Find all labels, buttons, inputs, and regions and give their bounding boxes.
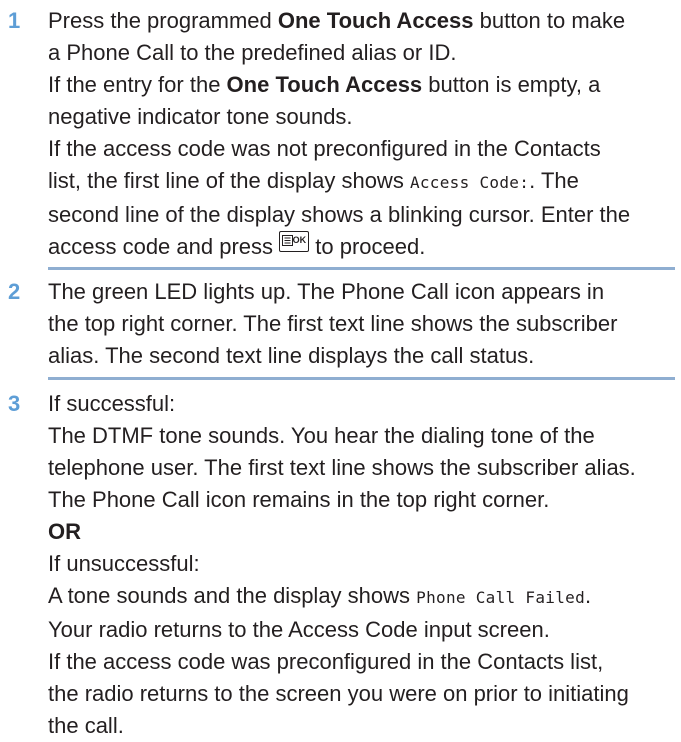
step-text-line: the call.: [48, 713, 124, 738]
step-1: 1 Press the programmed One Touch Access …: [0, 5, 681, 263]
button-name: One Touch Access: [277, 8, 474, 33]
step-text-line: second line of the display shows a blink…: [48, 202, 631, 227]
display-text: Access Code:: [409, 173, 530, 192]
step-2: 2 The green LED lights up. The Phone Cal…: [0, 276, 681, 372]
step-text-line: the radio returns to the screen you were…: [48, 681, 629, 706]
or-label: OR: [48, 519, 81, 544]
step-3: 3 If successful: The DTMF tone sounds. Y…: [0, 388, 681, 742]
divider: [48, 267, 675, 270]
step-text-line: access code and press OK to proceed.: [48, 231, 661, 263]
step-text-line: If the entry for the One Touch Access bu…: [48, 72, 601, 97]
step-text-line: telephone user. The first text line show…: [48, 455, 636, 480]
step-text-line: the top right corner. The first text lin…: [48, 311, 618, 336]
step-text-line: The green LED lights up. The Phone Call …: [48, 279, 605, 304]
step-number: 3: [8, 391, 21, 416]
step-text-line: list, the first line of the display show…: [48, 168, 579, 193]
divider: [48, 377, 675, 380]
step-text-line: If the access code was not preconfigured…: [48, 136, 601, 161]
step-text-line: negative indicator tone sounds.: [48, 104, 353, 129]
step-text-line: If unsuccessful:: [48, 551, 200, 576]
step-text-line: If the access code was preconfigured in …: [48, 649, 604, 674]
step-text-line: Press the programmed One Touch Access bu…: [48, 8, 626, 33]
step-text-line: The DTMF tone sounds. You hear the diali…: [48, 423, 595, 448]
step-number: 2: [8, 279, 21, 304]
display-text: Phone Call Failed: [416, 588, 585, 607]
step-text-line: The Phone Call icon remains in the top r…: [48, 487, 550, 512]
step-text-line: a Phone Call to the predefined alias or …: [48, 40, 457, 65]
procedure-steps: 1 Press the programmed One Touch Access …: [0, 0, 681, 742]
menu-lines-icon: [282, 235, 294, 246]
ok-key-label: OK: [292, 235, 307, 245]
step-text-line: alias. The second text line displays the…: [48, 343, 535, 368]
step-text-line: Your radio returns to the Access Code in…: [48, 617, 550, 642]
step-number: 1: [8, 8, 21, 33]
step-text-line: If successful:: [48, 391, 176, 416]
button-name: One Touch Access: [226, 72, 423, 97]
step-text-line: A tone sounds and the display shows Phon…: [48, 583, 592, 608]
menu-ok-key-icon: OK: [279, 231, 310, 252]
